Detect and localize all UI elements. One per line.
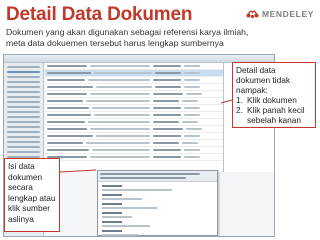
table-row[interactable]: [45, 147, 223, 154]
detail-field[interactable]: [102, 230, 213, 236]
mendeley-logo-text: MENDELEY: [261, 9, 314, 19]
callout-instructions: Detail data dokumen tidak nampak: 1. Kli…: [232, 62, 316, 128]
sidebar-line: [7, 141, 40, 143]
table-row[interactable]: [45, 119, 223, 126]
table-row[interactable]: [45, 133, 223, 140]
document-list-table[interactable]: [45, 63, 223, 172]
slide-subtitle: Dokumen yang akan digunakan sebagai refe…: [6, 27, 249, 48]
sidebar-line: [7, 81, 40, 83]
sidebar-line: [7, 91, 40, 93]
table-row-selected[interactable]: [45, 70, 223, 77]
detail-field[interactable]: [102, 221, 213, 227]
detail-field[interactable]: [102, 185, 213, 191]
table-row[interactable]: [45, 84, 223, 91]
callout-heading: Detail data dokumen tidak nampak:: [236, 65, 290, 95]
callout-step: 1. Klik dokumen: [236, 95, 312, 105]
detail-field[interactable]: [102, 212, 213, 218]
sidebar-line: [7, 126, 40, 128]
table-row[interactable]: [45, 63, 223, 70]
detail-field[interactable]: [102, 194, 213, 200]
sidebar-line: [7, 71, 40, 73]
table-row[interactable]: [45, 112, 223, 119]
callout-steps: 1. Klik dokumen 2. Klik panah kecil sebe…: [236, 95, 312, 125]
step-text: Klik dokumen: [247, 95, 297, 105]
sidebar-line: [7, 116, 40, 118]
sidebar-line: [7, 101, 40, 103]
table-row[interactable]: [45, 105, 223, 112]
step-text: Klik panah kecil sebelah kanan: [247, 105, 305, 125]
sidebar-line: [7, 96, 40, 98]
callout-fill-data: Isi data dokumen secara lengkap atau kli…: [4, 158, 60, 232]
sidebar-line: [7, 131, 40, 133]
callout-step: 2. Klik panah kecil sebelah kanan: [236, 105, 312, 125]
sidebar-line: [7, 106, 40, 108]
sidebar-line: [7, 86, 40, 88]
sidebar-line: [7, 76, 40, 78]
table-row[interactable]: [45, 77, 223, 84]
sidebar-line: [7, 111, 40, 113]
document-detail-panel[interactable]: [97, 170, 218, 236]
sidebar-line: [7, 146, 40, 148]
step-number: 1.: [236, 95, 243, 105]
sidebar-line: [7, 136, 40, 138]
mendeley-logo-icon: [246, 10, 259, 19]
table-row[interactable]: [45, 154, 223, 161]
slide-title: Detail Data Dokumen: [6, 4, 193, 25]
table-row[interactable]: [45, 126, 223, 133]
table-row[interactable]: [45, 140, 223, 147]
document-detail-header: [98, 171, 217, 182]
table-row[interactable]: [45, 91, 223, 98]
mendeley-logo: MENDELEY: [246, 8, 314, 20]
table-row[interactable]: [45, 98, 223, 105]
step-number: 2.: [236, 105, 243, 115]
sidebar-line: [7, 151, 40, 153]
detail-field[interactable]: [102, 203, 213, 209]
sidebar-line: [7, 121, 40, 123]
sidebar-line: [7, 66, 40, 68]
